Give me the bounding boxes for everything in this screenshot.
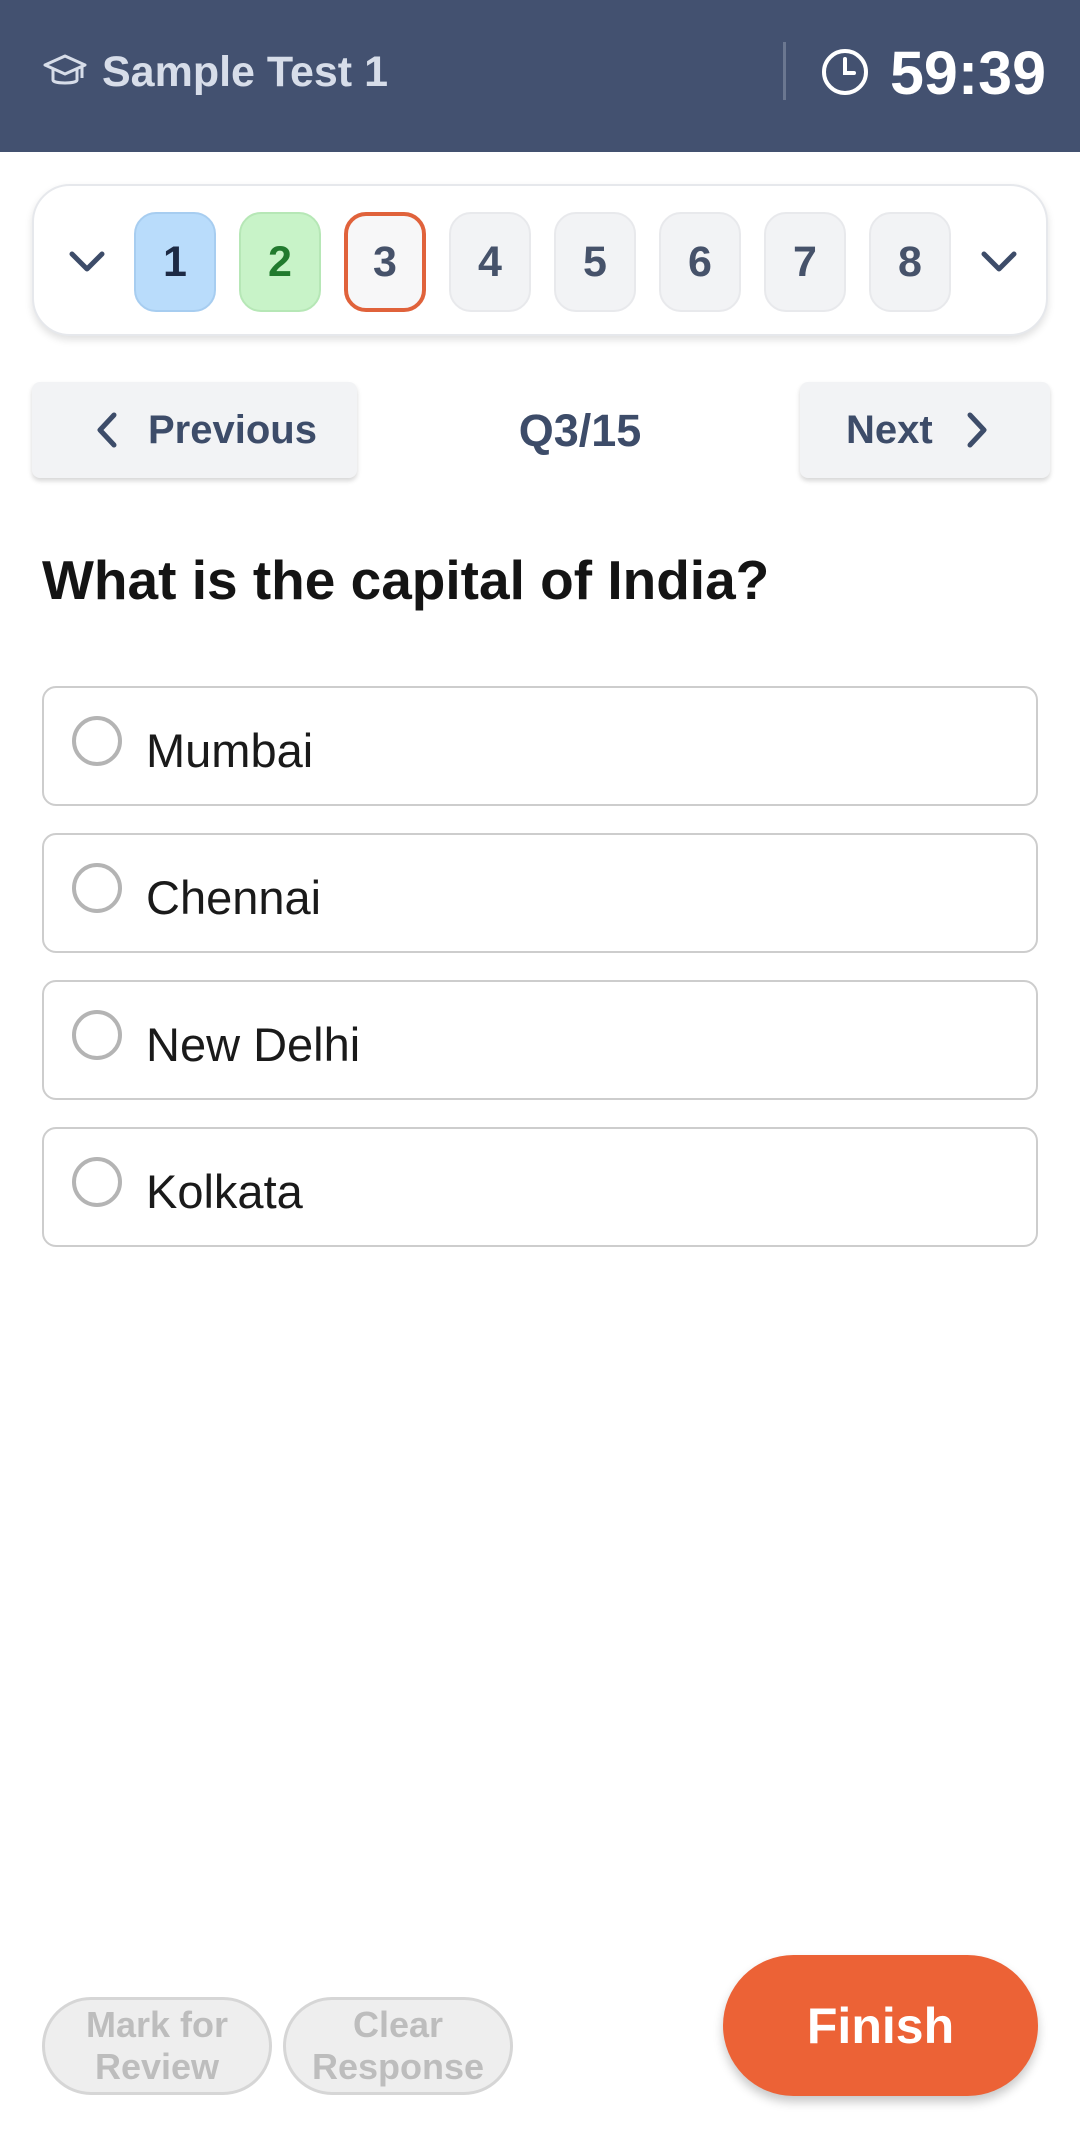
question-number-8[interactable]: 8 — [869, 212, 951, 312]
question-number-6[interactable]: 6 — [659, 212, 741, 312]
finish-button[interactable]: Finish — [723, 1955, 1038, 2096]
previous-button[interactable]: Previous — [32, 382, 357, 478]
question-text: What is the capital of India? — [42, 549, 770, 611]
option-label: Kolkata — [146, 1165, 303, 1218]
mark-label-line2: Review — [94, 2046, 220, 2087]
header-divider — [783, 42, 786, 100]
radio-button[interactable] — [72, 1010, 122, 1060]
question-counter: Q3/15 — [518, 405, 642, 456]
question-number-5[interactable]: 5 — [554, 212, 636, 312]
option-label: Mumbai — [146, 724, 314, 777]
next-label: Next — [846, 407, 933, 452]
question-number-7[interactable]: 7 — [764, 212, 846, 312]
next-button[interactable]: Next — [800, 382, 1050, 478]
question-number-1[interactable]: 1 — [134, 212, 216, 312]
question-number-3[interactable]: 3 — [344, 212, 426, 312]
countdown-timer: 59:39 — [890, 39, 1047, 107]
chevron-right-icon — [967, 412, 987, 448]
option-chennai[interactable]: Chennai — [42, 833, 1038, 953]
radio-button[interactable] — [72, 716, 122, 766]
test-title: Sample Test 1 — [102, 48, 388, 96]
chevron-down-icon[interactable] — [976, 238, 1022, 284]
question-navigator: 1 2 3 4 5 6 7 8 — [32, 184, 1048, 336]
radio-button[interactable] — [72, 863, 122, 913]
chevron-down-icon[interactable] — [64, 238, 110, 284]
clear-response-button[interactable]: Clear Response — [283, 1997, 513, 2095]
option-kolkata[interactable]: Kolkata — [42, 1127, 1038, 1247]
chevron-left-icon — [97, 412, 117, 448]
previous-label: Previous — [148, 407, 317, 452]
option-mumbai[interactable]: Mumbai — [42, 686, 1038, 806]
option-label: New Delhi — [146, 1018, 361, 1071]
clear-label-line2: Response — [311, 2046, 485, 2087]
app-header: Sample Test 1 59:39 — [0, 0, 1080, 152]
clock-icon — [822, 49, 868, 95]
option-label: Chennai — [146, 871, 322, 924]
question-number-2[interactable]: 2 — [239, 212, 321, 312]
option-new-delhi[interactable]: New Delhi — [42, 980, 1038, 1100]
mark-label-line1: Mark for — [85, 2004, 229, 2045]
radio-button[interactable] — [72, 1157, 122, 1207]
graduation-cap-icon — [43, 54, 87, 85]
mark-for-review-button[interactable]: Mark for Review — [42, 1997, 272, 2095]
clear-label-line1: Clear — [352, 2004, 444, 2045]
question-number-4[interactable]: 4 — [449, 212, 531, 312]
